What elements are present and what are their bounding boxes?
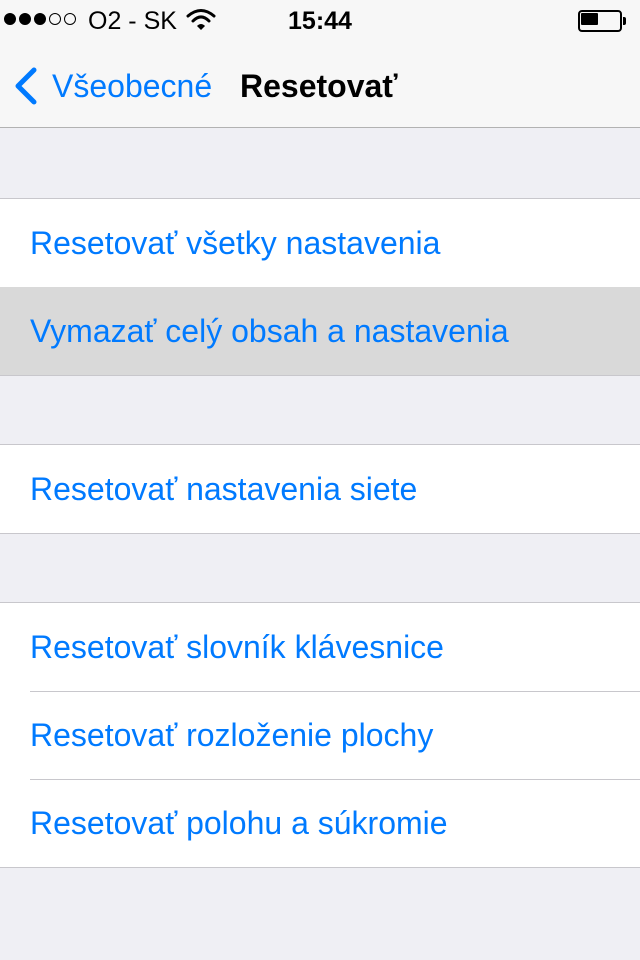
- battery-level-fill: [581, 13, 598, 25]
- reset-group-network: Resetovať nastavenia siete: [0, 444, 640, 534]
- back-button-label: Všeobecné: [52, 67, 213, 104]
- status-bar: O2 - SK 15:44: [0, 0, 640, 40]
- cell-label: Resetovať rozloženie plochy: [30, 716, 434, 753]
- chevron-left-icon: [15, 67, 37, 105]
- cell-label: Resetovať polohu a súkromie: [30, 804, 448, 841]
- cell-label: Resetovať slovník klávesnice: [30, 628, 444, 665]
- battery-icon: [578, 10, 626, 32]
- erase-all-content-cell[interactable]: Vymazať celý obsah a nastavenia: [0, 287, 640, 375]
- navigation-bar: Všeobecné Resetovať: [0, 40, 640, 128]
- reset-group-other: Resetovať slovník klávesnice Resetovať r…: [0, 602, 640, 868]
- back-button[interactable]: Všeobecné: [12, 64, 212, 108]
- cell-label: Vymazať celý obsah a nastavenia: [30, 312, 509, 349]
- reset-home-screen-layout-cell[interactable]: Resetovať rozloženie plochy: [0, 691, 640, 779]
- reset-group-general: Resetovať všetky nastavenia Vymazať celý…: [0, 198, 640, 376]
- cell-label: Resetovať nastavenia siete: [30, 470, 418, 507]
- reset-location-privacy-cell[interactable]: Resetovať polohu a súkromie: [0, 779, 640, 867]
- reset-network-settings-cell[interactable]: Resetovať nastavenia siete: [0, 445, 640, 533]
- cell-label: Resetovať všetky nastavenia: [30, 224, 441, 261]
- reset-all-settings-cell[interactable]: Resetovať všetky nastavenia: [0, 199, 640, 287]
- clock: 15:44: [288, 7, 352, 35]
- page-title: Resetovať: [240, 68, 398, 104]
- reset-keyboard-dictionary-cell[interactable]: Resetovať slovník klávesnice: [0, 603, 640, 691]
